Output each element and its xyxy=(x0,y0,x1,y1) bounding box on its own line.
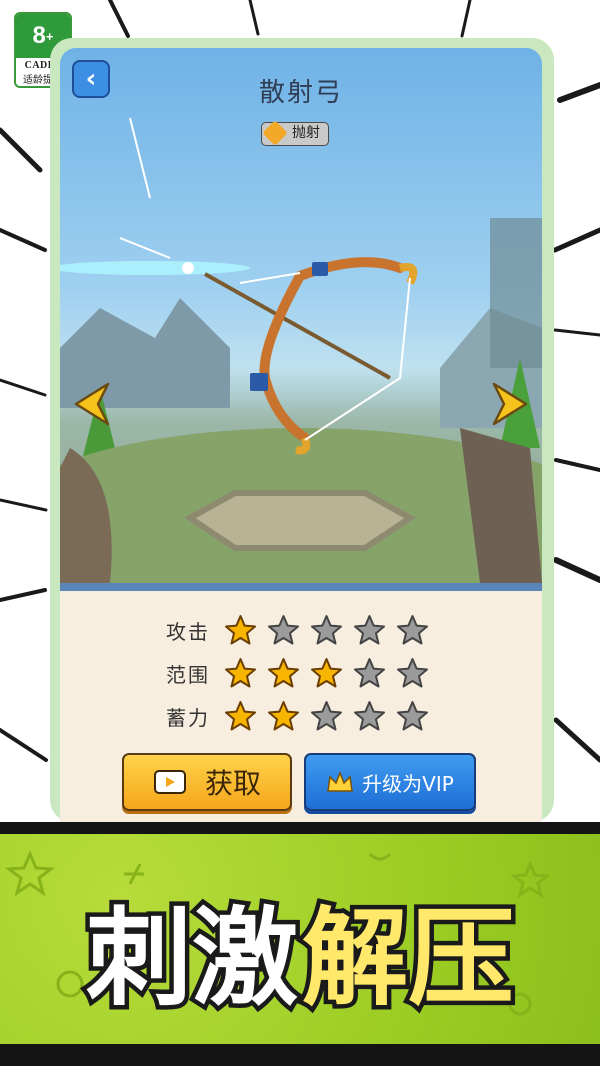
get-button[interactable]: 获取 xyxy=(122,753,292,811)
star-empty-icon xyxy=(268,615,299,645)
stat-row: 范围 xyxy=(166,652,542,695)
weapon-stats: 攻击范围蓄力 获取 升级为VIP xyxy=(60,591,542,825)
slogan-word-1: 刺激 xyxy=(82,893,303,1025)
star-empty-icon xyxy=(354,615,385,645)
upgrade-vip-label: 升级为VIP xyxy=(362,771,454,796)
star-empty-icon xyxy=(354,658,385,688)
weapon-type-label: 抛射 xyxy=(292,125,320,141)
action-buttons: 获取 升级为VIP xyxy=(122,753,476,811)
promo-banner: 刺激 解压 xyxy=(0,834,600,1044)
star-filled-icon xyxy=(268,658,299,688)
crosshair-icon xyxy=(262,120,288,146)
stat-row: 攻击 xyxy=(166,609,542,652)
stat-label: 范围 xyxy=(166,663,210,687)
stat-row: 蓄力 xyxy=(166,695,542,738)
star-filled-icon xyxy=(225,615,256,645)
video-camera-icon xyxy=(153,770,186,794)
weapon-detail-panel: ‹ 散射弓 抛射 攻击 范围 蓄力 获取 升级为VIP xyxy=(50,38,554,825)
star-filled-icon xyxy=(311,658,342,688)
stat-label: 蓄力 xyxy=(166,706,210,730)
next-weapon-arrow[interactable] xyxy=(490,382,530,426)
upgrade-vip-button[interactable]: 升级为VIP xyxy=(304,753,476,811)
star-empty-icon xyxy=(397,658,428,688)
weapon-type-tag: 抛射 xyxy=(261,120,329,146)
stat-list: 攻击 范围 蓄力 xyxy=(60,609,542,738)
star-filled-icon xyxy=(268,701,299,731)
star-empty-icon xyxy=(311,701,342,731)
banner-slogan: 刺激 解压 xyxy=(0,872,600,1026)
stat-label: 攻击 xyxy=(166,620,210,644)
star-empty-icon xyxy=(354,701,385,731)
get-button-label: 获取 xyxy=(204,767,261,800)
crown-icon xyxy=(327,771,354,792)
banner-border-bottom xyxy=(0,1044,600,1066)
weapon-name: 散射弓 xyxy=(258,78,343,108)
star-empty-icon xyxy=(397,615,428,645)
star-filled-icon xyxy=(225,658,256,688)
previous-weapon-arrow[interactable] xyxy=(72,382,112,426)
star-empty-icon xyxy=(397,701,428,731)
star-filled-icon xyxy=(225,701,256,731)
scene-divider xyxy=(60,583,542,591)
star-empty-icon xyxy=(311,615,342,645)
banner-border-top xyxy=(0,822,600,834)
weapon-preview-scene: ‹ 散射弓 抛射 xyxy=(60,48,542,583)
slogan-word-2: 解压 xyxy=(298,893,519,1025)
